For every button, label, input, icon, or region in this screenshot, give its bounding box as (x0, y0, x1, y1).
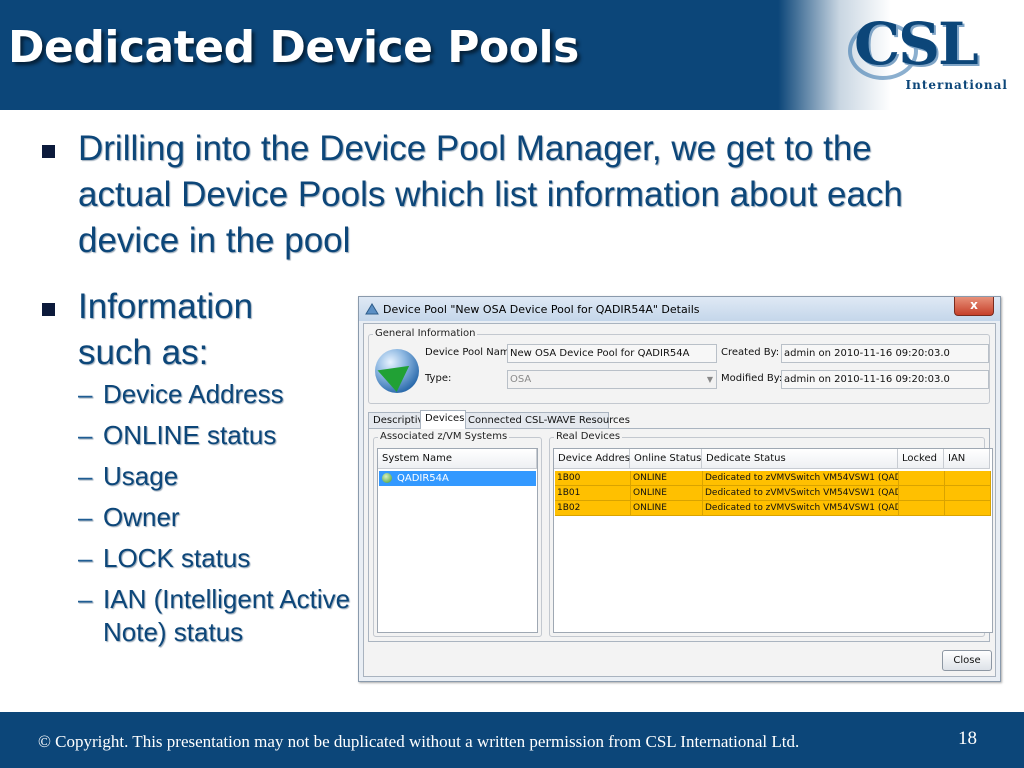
sub-bullet-list: – Device Address – ONLINE status – Usage – O… (78, 378, 368, 657)
cell-online-status: ONLINE (631, 486, 703, 501)
column-header-locked[interactable]: Locked (898, 449, 944, 469)
slide-header: Dedicated Device Pools CSL International (0, 0, 1024, 110)
slide-footer: © Copyright. This presentation may not b… (0, 712, 1024, 768)
window-close-icon[interactable]: x (954, 297, 994, 316)
csl-logo: CSL International (848, 10, 1014, 98)
page-number: 18 (958, 728, 977, 749)
bullet-square-icon (42, 145, 55, 158)
logo-text: CSL (854, 10, 979, 78)
dash-icon: – (78, 379, 93, 409)
sub-bullet: – IAN (Intelligent Active Note) status (78, 583, 368, 649)
bullet-item: Drilling into the Device Pool Manager, w… (40, 126, 920, 264)
dash-icon: – (78, 420, 93, 450)
sub-bullet-text: LOCK status (103, 543, 251, 573)
sub-bullet-text: ONLINE status (103, 420, 277, 450)
sub-bullet: – Usage (78, 460, 368, 493)
window-client-area: General Information Device Pool Name: Ne… (363, 323, 996, 677)
cell-device-address: 1B02 (555, 501, 631, 516)
group-label: Associated z/VM Systems (378, 431, 510, 442)
tab-descriptive[interactable]: Descriptive (368, 412, 430, 428)
slide-title: Dedicated Device Pools (8, 22, 579, 73)
general-info-group: General Information Device Pool Name: Ne… (368, 328, 990, 404)
group-label: General Information (373, 328, 478, 339)
sub-bullet: – LOCK status (78, 542, 368, 575)
sub-bullet-text: Device Address (103, 379, 284, 409)
tab-devices[interactable]: Devices (420, 410, 466, 429)
real-devices-table[interactable]: Device Address Online Status Dedicate St… (553, 448, 993, 633)
group-label: Real Devices (554, 431, 623, 442)
window-titlebar: Device Pool "New OSA Device Pool for QAD… (359, 297, 1000, 321)
cell-online-status: ONLINE (631, 471, 703, 486)
table-row[interactable]: 1B01 ONLINE Dedicated to zVMVSwitch VM54… (555, 486, 991, 501)
cell-ian (945, 471, 991, 486)
type-dropdown[interactable]: OSA ▼ (507, 370, 717, 389)
sub-bullet-text: Owner (103, 502, 180, 532)
cell-locked (899, 486, 945, 501)
column-header-online-status[interactable]: Online Status (630, 449, 702, 469)
zvm-system-icon (382, 473, 392, 483)
table-row[interactable]: 1B00 ONLINE Dedicated to zVMVSwitch VM54… (555, 471, 991, 486)
sub-bullet-text: IAN (Intelligent Active Note) status (103, 584, 351, 647)
app-icon (365, 303, 379, 315)
pool-name-label: Device Pool Name: (425, 347, 520, 358)
sub-bullet-text: Usage (103, 461, 179, 491)
devices-tab-panel: Associated z/VM Systems System Name QADI… (368, 428, 993, 642)
tab-connected-resources[interactable]: Connected CSL-WAVE Resources (463, 412, 630, 428)
system-list[interactable]: System Name QADIR54A (377, 448, 538, 633)
sub-bullet: – Owner (78, 501, 368, 534)
cell-dedicate-status: Dedicated to zVMVSwitch VM54VSW1 (QADI..… (703, 486, 899, 501)
created-by-field[interactable]: admin on 2010-11-16 09:20:03.0 (781, 344, 989, 363)
close-button[interactable]: Close (942, 650, 992, 671)
real-devices-group: Real Devices Device Address Online Statu… (549, 431, 993, 637)
cell-device-address: 1B01 (555, 486, 631, 501)
logo-subtext: International (905, 78, 1008, 92)
column-header-ian[interactable]: IAN (944, 449, 990, 469)
modified-by-label: Modified By: (721, 373, 783, 384)
cell-locked (899, 471, 945, 486)
column-header-device-address[interactable]: Device Address (554, 449, 635, 469)
bullet-item: Information such as: (40, 284, 340, 376)
window-title: Device Pool "New OSA Device Pool for QAD… (383, 303, 700, 316)
cell-online-status: ONLINE (631, 501, 703, 516)
bullet-square-icon (42, 303, 55, 316)
modified-by-field[interactable]: admin on 2010-11-16 09:20:03.0 (781, 370, 989, 389)
table-row[interactable]: 1B02 ONLINE Dedicated to zVMVSwitch VM54… (555, 501, 991, 516)
sub-bullet: – Device Address (78, 378, 368, 411)
bullet-text: Drilling into the Device Pool Manager, w… (78, 129, 903, 260)
column-header-dedicate-status[interactable]: Dedicate Status (702, 449, 898, 469)
system-name: QADIR54A (397, 473, 449, 484)
list-item[interactable]: QADIR54A (379, 471, 536, 486)
cell-ian (945, 486, 991, 501)
dash-icon: – (78, 461, 93, 491)
type-value: OSA (510, 374, 532, 385)
cell-dedicate-status: Dedicated to zVMVSwitch VM54VSW1 (QADI..… (703, 501, 899, 516)
sub-bullet: – ONLINE status (78, 419, 368, 452)
chevron-down-icon: ▼ (706, 375, 713, 384)
dash-icon: – (78, 502, 93, 532)
cell-dedicate-status: Dedicated to zVMVSwitch VM54VSW1 (QADI..… (703, 471, 899, 486)
dash-icon: – (78, 543, 93, 573)
cell-ian (945, 501, 991, 516)
copyright-notice: © Copyright. This presentation may not b… (38, 732, 800, 751)
associated-systems-group: Associated z/VM Systems System Name QADI… (373, 431, 542, 637)
cell-device-address: 1B00 (555, 471, 631, 486)
cell-locked (899, 501, 945, 516)
bullet-text: Information such as: (78, 287, 254, 372)
pool-name-field[interactable]: New OSA Device Pool for QADIR54A (507, 344, 717, 363)
dash-icon: – (78, 584, 93, 614)
created-by-label: Created By: (721, 347, 780, 358)
pool-wedge-icon (377, 365, 413, 395)
column-header-system-name[interactable]: System Name (378, 449, 537, 469)
type-label: Type: (425, 373, 452, 384)
device-pool-details-window: Device Pool "New OSA Device Pool for QAD… (358, 296, 1001, 682)
